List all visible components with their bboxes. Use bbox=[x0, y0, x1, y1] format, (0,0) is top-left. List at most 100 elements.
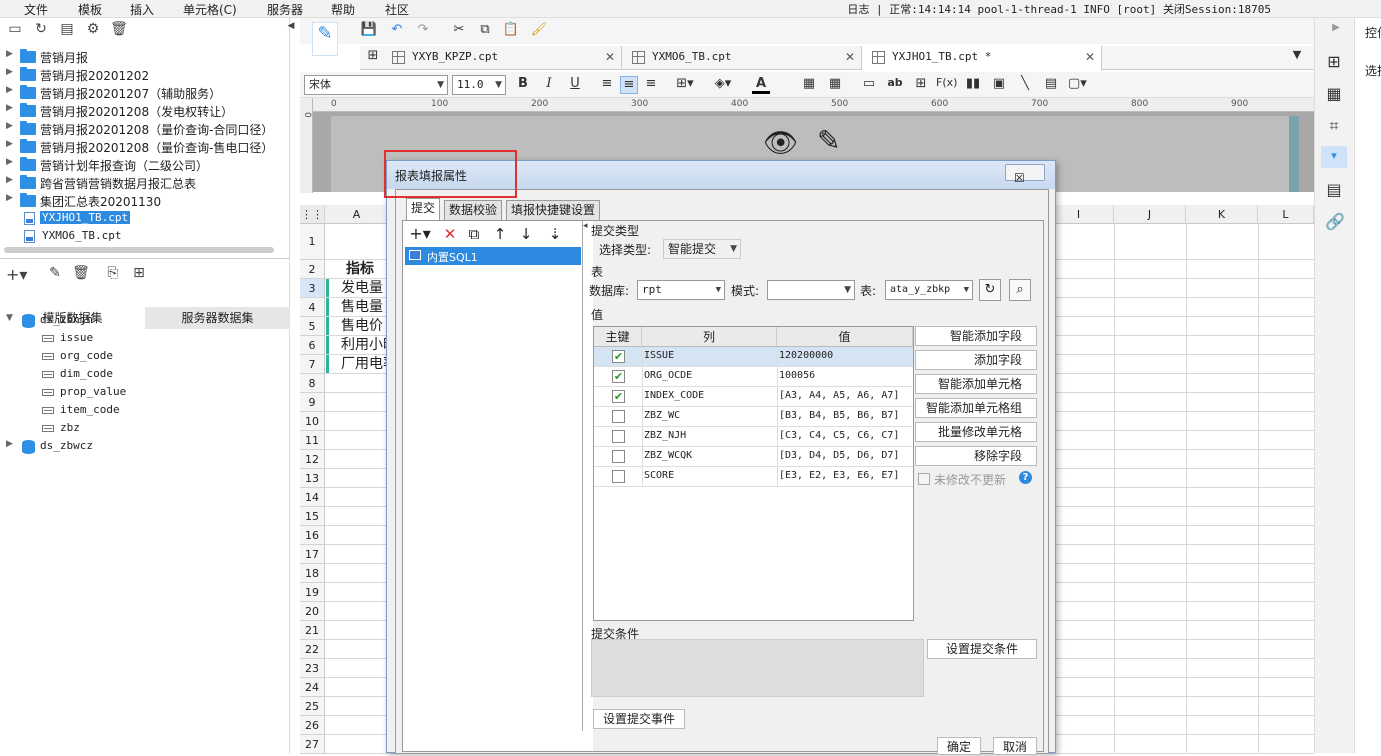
tab-submit[interactable]: 提交 bbox=[406, 198, 441, 221]
column-header[interactable]: J bbox=[1114, 205, 1186, 224]
cell-a[interactable]: 售电价 bbox=[326, 317, 388, 336]
dataset-field[interactable]: item_code bbox=[0, 402, 290, 420]
cancel-button[interactable]: 取消 bbox=[993, 737, 1037, 755]
delete-dataset-icon[interactable]: 🗑 bbox=[72, 265, 90, 283]
template-icon[interactable]: ▤ bbox=[58, 21, 76, 39]
add-submit-icon[interactable]: +▾ bbox=[407, 225, 433, 243]
column-header[interactable]: L bbox=[1258, 205, 1314, 224]
row-header[interactable]: 1 bbox=[300, 224, 325, 260]
row-header[interactable]: 17 bbox=[300, 545, 325, 564]
tree-item[interactable]: ▶ 营销月报20201208（发电权转让） bbox=[0, 102, 290, 120]
row-header[interactable]: 2 bbox=[300, 260, 325, 279]
edit-pencil-icon[interactable]: ✎ bbox=[817, 124, 840, 157]
move-down-icon[interactable]: ↓ bbox=[517, 225, 535, 243]
row-header[interactable]: 25 bbox=[300, 697, 325, 716]
row-header[interactable]: 18 bbox=[300, 564, 325, 583]
search-table-button[interactable]: ⌕ bbox=[1009, 279, 1031, 301]
value-row[interactable]: ZBZ_NJH [C3, C4, C5, C6, C7] bbox=[594, 427, 913, 447]
value-row[interactable]: ✔ INDEX_CODE [A3, A4, A5, A6, A7] bbox=[594, 387, 913, 407]
primary-key-checkbox[interactable] bbox=[612, 470, 625, 483]
menu-server[interactable]: 服务器 bbox=[267, 1, 303, 18]
slash-icon[interactable]: ╲ bbox=[1016, 76, 1034, 94]
set-event-button[interactable]: 设置提交事件 bbox=[593, 709, 685, 729]
value-row[interactable]: SCORE [E3, E2, E3, E6, E7] bbox=[594, 467, 913, 487]
mode-select[interactable]: ▼ bbox=[767, 280, 855, 300]
value-row[interactable]: ✔ ISSUE 120200000 bbox=[594, 347, 913, 367]
value-row[interactable]: ZBZ_WCQK [D3, D4, D5, D6, D7] bbox=[594, 447, 913, 467]
tree-item[interactable]: ▶ 营销月报20201208（量价查询-合同口径） bbox=[0, 120, 290, 138]
remove-field-button[interactable]: 移除字段 bbox=[915, 446, 1037, 466]
dataset-field[interactable]: zbz bbox=[0, 420, 290, 438]
column-header-value[interactable]: 值 bbox=[777, 327, 913, 347]
italic-icon[interactable]: I bbox=[540, 76, 558, 94]
batch-modify-cell-button[interactable]: 批量修改单元格 bbox=[915, 422, 1037, 442]
move-up-icon[interactable]: ↑ bbox=[491, 225, 509, 243]
column-header-key[interactable]: 主键 bbox=[594, 327, 642, 347]
report-template-icon[interactable]: ✎ bbox=[312, 22, 338, 56]
insert-object-icon[interactable]: ▢▾ bbox=[1068, 76, 1087, 94]
delete-submit-icon[interactable]: ✕ bbox=[441, 225, 459, 243]
row-header[interactable]: 7 bbox=[300, 355, 325, 374]
tree-item[interactable]: ▶ 营销月报20201202 bbox=[0, 66, 290, 84]
copy-icon[interactable]: ⧉ bbox=[476, 22, 494, 40]
font-family-select[interactable]: 宋体 ▼ bbox=[304, 75, 448, 95]
refresh-icon[interactable]: ↻ bbox=[32, 21, 50, 39]
widget-icon[interactable]: ▾ bbox=[1321, 146, 1347, 168]
dataset-item[interactable]: ▶ ds_zbwcz bbox=[0, 438, 290, 456]
hide-icon[interactable]: 👁 bbox=[763, 126, 799, 159]
primary-key-checkbox[interactable] bbox=[612, 450, 625, 463]
help-icon[interactable]: ? bbox=[1019, 471, 1032, 484]
row-header[interactable]: 22 bbox=[300, 640, 325, 659]
tree-item[interactable]: ▶ 营销计划年报查询（二级公司） bbox=[0, 156, 290, 174]
splitter-arrow-icon[interactable]: ◂ bbox=[583, 221, 588, 231]
tree-item[interactable]: ▶ 营销月报 bbox=[0, 48, 290, 66]
menu-cell[interactable]: 单元格(C) bbox=[183, 1, 237, 18]
close-tab-icon[interactable]: ✕ bbox=[845, 46, 855, 68]
dataset-field[interactable]: issue bbox=[0, 330, 290, 348]
bold-icon[interactable]: B bbox=[514, 76, 532, 94]
rich-text-icon[interactable]: ab bbox=[886, 76, 904, 94]
dataset-settings-icon[interactable]: ⊞ bbox=[130, 265, 148, 283]
font-color-icon[interactable]: A bbox=[752, 76, 770, 94]
smart-add-cell-group-button[interactable]: 智能添加单元格组 bbox=[915, 398, 1037, 418]
column-header-column[interactable]: 列 bbox=[642, 327, 777, 347]
delete-icon[interactable]: 🗑 bbox=[110, 21, 128, 39]
condition-area[interactable] bbox=[591, 639, 924, 697]
tab-shortcut-settings[interactable]: 填报快捷键设置 bbox=[506, 200, 601, 220]
close-tab-icon[interactable]: ✕ bbox=[605, 46, 615, 68]
row-header[interactable]: 19 bbox=[300, 583, 325, 602]
tree-scrollbar[interactable] bbox=[4, 247, 274, 253]
menu-template[interactable]: 模板 bbox=[78, 1, 102, 18]
cell-a[interactable]: 利用小时 bbox=[326, 336, 388, 355]
row-header[interactable]: 9 bbox=[300, 393, 325, 412]
primary-key-checkbox[interactable] bbox=[612, 410, 625, 423]
expand-right-icon[interactable]: ▶ bbox=[1327, 22, 1345, 40]
cell-a[interactable]: 发电量 bbox=[326, 279, 388, 298]
hyperlink-icon[interactable]: 🔗 bbox=[1325, 212, 1345, 231]
tree-item[interactable]: ▶ 集团汇总表20201130 bbox=[0, 192, 290, 210]
crop-icon[interactable]: ⌗ bbox=[1325, 116, 1343, 135]
row-header[interactable]: 20 bbox=[300, 602, 325, 621]
row-header[interactable]: 27 bbox=[300, 735, 325, 754]
column-header[interactable]: A bbox=[325, 205, 389, 224]
condition-icon[interactable]: ▤ bbox=[1325, 180, 1343, 199]
edit-icon[interactable]: ✎ bbox=[46, 265, 64, 283]
collapse-left-icon[interactable]: ◀ bbox=[282, 21, 300, 39]
dataset-field[interactable]: prop_value bbox=[0, 384, 290, 402]
cell-element-icon[interactable]: ▦ bbox=[1325, 84, 1343, 103]
tree-item-file[interactable]: YXJHO1_TB.cpt bbox=[0, 210, 290, 228]
submit-type-select[interactable]: 智能提交 ▼ bbox=[663, 239, 741, 259]
row-header[interactable]: 26 bbox=[300, 716, 325, 735]
split-cells-icon[interactable]: ▦ bbox=[826, 76, 844, 94]
tab-file[interactable]: YXMO6_TB.cpt ✕ bbox=[622, 46, 862, 70]
tab-menu-icon[interactable]: ▼ bbox=[1288, 48, 1306, 66]
row-header[interactable]: 10 bbox=[300, 412, 325, 431]
sort-icon[interactable]: ⇣ bbox=[543, 225, 567, 243]
align-center-icon[interactable]: ≡ bbox=[620, 76, 638, 94]
set-condition-button[interactable]: 设置提交条件 bbox=[927, 639, 1037, 659]
undo-icon[interactable]: ↶ bbox=[388, 22, 406, 40]
select-all-corner[interactable]: ⋮⋮ bbox=[300, 205, 325, 224]
sub-report-icon[interactable]: ▤ bbox=[1042, 76, 1060, 94]
cell-a[interactable]: 售电量 bbox=[326, 298, 388, 317]
redo-icon[interactable]: ↷ bbox=[414, 22, 432, 40]
